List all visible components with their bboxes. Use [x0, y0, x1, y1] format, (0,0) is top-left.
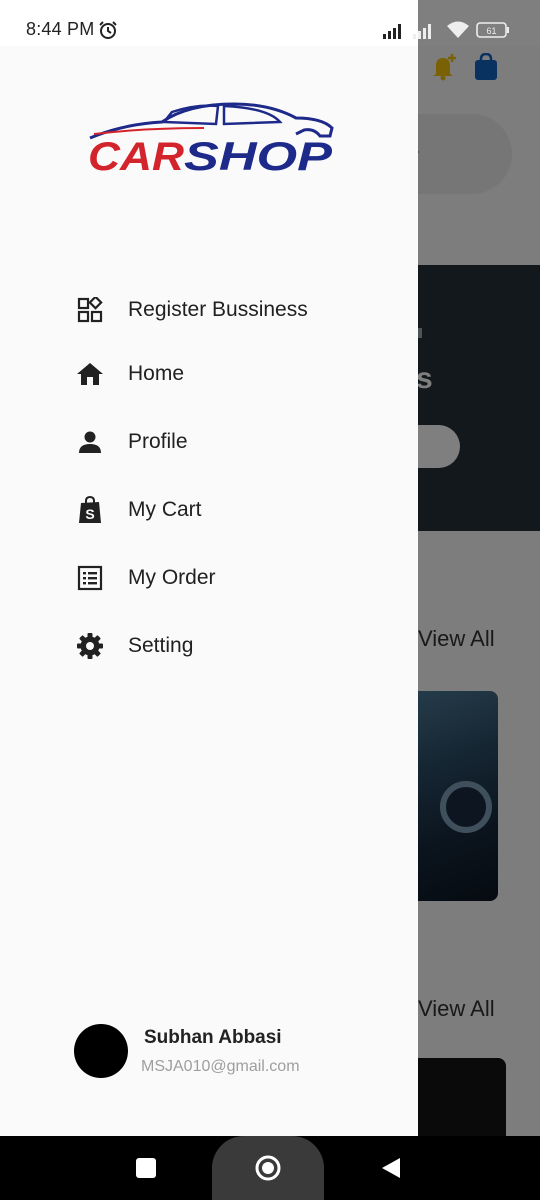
dashboard-icon	[76, 296, 104, 324]
carshop-logo: CAR SHOP	[88, 102, 334, 178]
menu-item-label: Setting	[128, 634, 194, 657]
wifi-icon	[447, 21, 469, 38]
logo-shop-text: SHOP	[184, 135, 332, 178]
status-icons: 61	[382, 20, 510, 40]
back-button[interactable]	[380, 1156, 402, 1180]
avatar[interactable]	[74, 1024, 128, 1078]
status-time: 8:44 PM	[26, 19, 95, 39]
menu-item-home[interactable]: Home	[0, 344, 418, 404]
gear-icon	[76, 632, 104, 660]
logo-car-text: CAR	[88, 135, 184, 178]
user-name: Subhan Abbasi	[144, 1027, 282, 1048]
menu-item-my-cart[interactable]: S My Cart	[0, 480, 418, 540]
menu-item-label: My Cart	[128, 498, 202, 521]
menu-item-profile[interactable]: Profile	[0, 412, 418, 472]
system-navigation-bar	[0, 1136, 540, 1200]
user-account[interactable]: Subhan Abbasi MSJA010@gmail.com	[0, 1016, 418, 1086]
recents-button[interactable]	[136, 1158, 156, 1178]
menu-item-setting[interactable]: Setting	[0, 616, 418, 676]
menu-item-register-business[interactable]: Register Bussiness	[0, 280, 418, 340]
navigation-drawer: CAR SHOP Register Bussiness Home Profile…	[0, 46, 418, 1136]
person-icon	[76, 428, 104, 456]
svg-text:S: S	[85, 506, 94, 522]
signal-icon	[383, 24, 401, 39]
menu-item-label: Register Bussiness	[128, 298, 308, 321]
signal-icon	[413, 24, 431, 39]
menu-item-label: Home	[128, 362, 185, 385]
shopify-bag-icon: S	[76, 496, 104, 524]
status-bar: 8:44 PM 61	[0, 0, 540, 46]
menu-item-my-order[interactable]: My Order	[0, 548, 418, 608]
menu-item-label: My Order	[128, 566, 216, 589]
battery-icon: 61	[476, 22, 509, 38]
battery-level: 61	[486, 26, 496, 36]
alarm-icon	[99, 21, 117, 39]
user-email: MSJA010@gmail.com	[141, 1058, 300, 1075]
home-icon	[76, 360, 104, 388]
home-button[interactable]	[254, 1154, 282, 1182]
list-alt-icon	[76, 564, 104, 592]
menu-item-label: Profile	[128, 430, 188, 453]
